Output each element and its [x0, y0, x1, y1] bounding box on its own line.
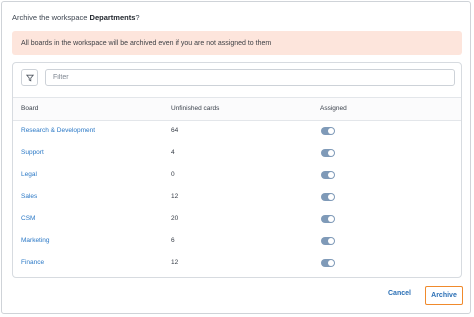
- table-row: Sales 12: [13, 187, 461, 209]
- board-link[interactable]: CSM: [21, 215, 35, 222]
- board-link[interactable]: Marketing: [21, 237, 50, 244]
- board-link[interactable]: Support: [21, 149, 44, 156]
- table-header: Board Unfinished cards Assigned: [13, 97, 461, 121]
- toggle-knob: [328, 194, 334, 200]
- assigned-toggle[interactable]: [321, 215, 335, 223]
- board-link[interactable]: Research & Development: [21, 127, 95, 134]
- table-row: Marketing 6: [13, 231, 461, 253]
- toggle-knob: [328, 260, 334, 266]
- assigned-toggle[interactable]: [321, 259, 335, 267]
- table-row: Finance 12: [13, 253, 461, 275]
- board-link[interactable]: Sales: [21, 193, 37, 200]
- toggle-knob: [328, 128, 334, 134]
- warning-text: All boards in the workspace will be arch…: [21, 39, 272, 47]
- unfinished-cards-count: 12: [171, 259, 179, 266]
- dialog-title-prefix: Archive the workspace: [12, 13, 90, 22]
- assigned-toggle[interactable]: [321, 193, 335, 201]
- boards-panel: Board Unfinished cards Assigned Research…: [12, 62, 462, 278]
- board-link[interactable]: Legal: [21, 171, 37, 178]
- table-row: Research & Development 64: [13, 121, 461, 143]
- workspace-name: Departments: [89, 13, 136, 22]
- table-row: CSM 20: [13, 209, 461, 231]
- column-header-unfinished-cards[interactable]: Unfinished cards: [171, 105, 219, 112]
- filter-bar: [13, 63, 461, 95]
- dialog-title-suffix: ?: [135, 13, 140, 22]
- table-row: Support 4: [13, 143, 461, 165]
- warning-banner: All boards in the workspace will be arch…: [12, 31, 462, 55]
- unfinished-cards-count: 20: [171, 215, 179, 222]
- assigned-toggle[interactable]: [321, 171, 335, 179]
- unfinished-cards-count: 4: [171, 149, 175, 156]
- table-row: Legal 0: [13, 165, 461, 187]
- toggle-knob: [328, 216, 334, 222]
- archive-button[interactable]: Archive: [425, 286, 463, 305]
- assigned-toggle[interactable]: [321, 149, 335, 157]
- assigned-toggle[interactable]: [321, 237, 335, 245]
- unfinished-cards-count: 6: [171, 237, 175, 244]
- unfinished-cards-count: 64: [171, 127, 179, 134]
- dialog-title: Archive the workspace Departments?: [12, 13, 140, 22]
- toggle-knob: [328, 150, 334, 156]
- filter-button[interactable]: [21, 69, 38, 86]
- toggle-knob: [328, 172, 334, 178]
- board-link[interactable]: Finance: [21, 259, 44, 266]
- cancel-button[interactable]: Cancel: [388, 290, 411, 297]
- filter-icon: [25, 74, 34, 81]
- toggle-knob: [328, 238, 334, 244]
- column-header-assigned[interactable]: Assigned: [320, 105, 347, 112]
- column-header-board[interactable]: Board: [21, 105, 38, 112]
- unfinished-cards-count: 12: [171, 193, 179, 200]
- unfinished-cards-count: 0: [171, 171, 175, 178]
- archive-button-label: Archive: [431, 292, 457, 299]
- archive-workspace-dialog: Archive the workspace Departments? All b…: [1, 1, 471, 314]
- table-body: Research & Development 64 Support 4 Lega…: [13, 121, 461, 275]
- assigned-toggle[interactable]: [321, 127, 335, 135]
- filter-input[interactable]: [45, 69, 455, 86]
